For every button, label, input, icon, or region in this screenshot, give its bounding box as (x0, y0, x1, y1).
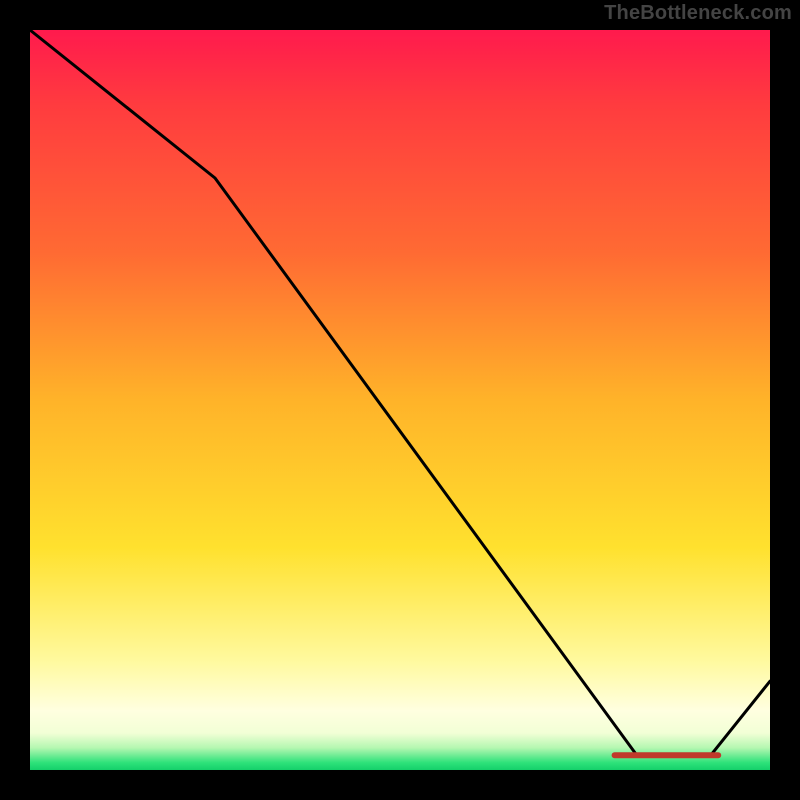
attribution-label: TheBottleneck.com (604, 2, 792, 25)
chart-frame: TheBottleneck.com (0, 0, 800, 800)
bottleneck-curve (30, 30, 770, 755)
plot-area (30, 30, 770, 770)
plot-svg (30, 30, 770, 770)
